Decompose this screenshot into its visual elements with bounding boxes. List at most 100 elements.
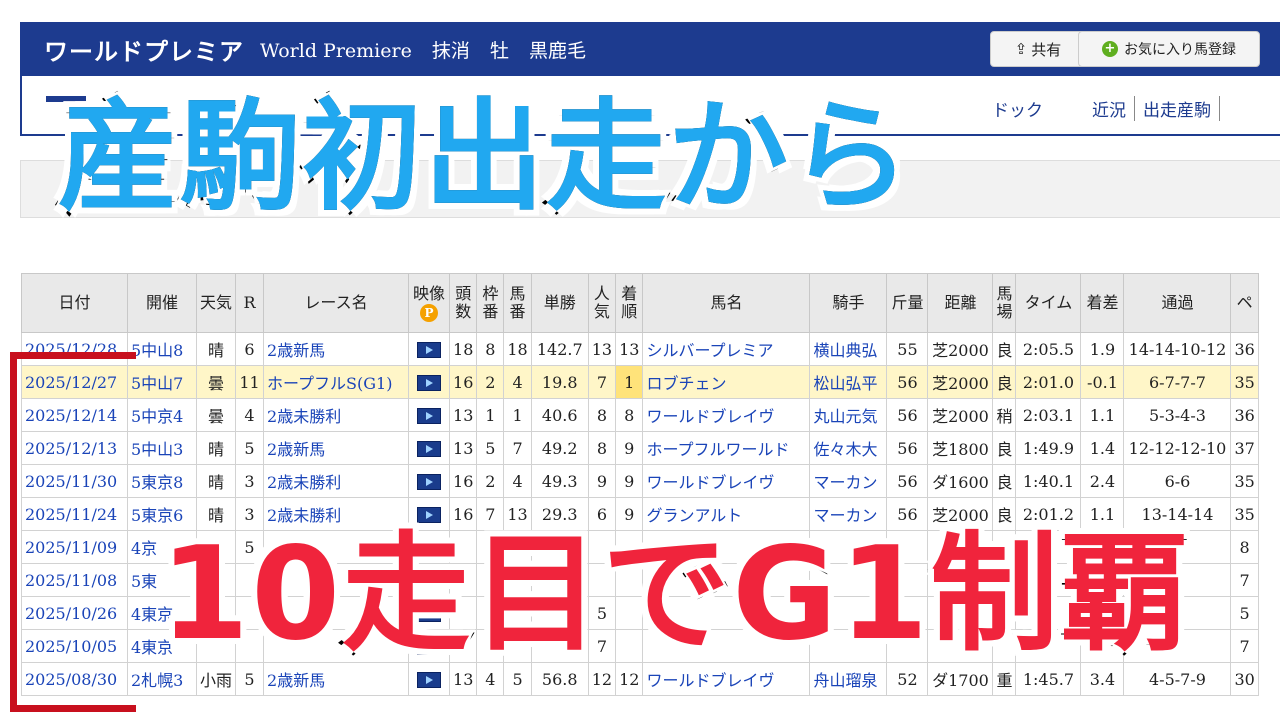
row-race-name[interactable]: 2歳新馬 — [263, 431, 410, 465]
row-popularity: 9 — [587, 464, 617, 498]
row-jockey[interactable]: 松山弘平 — [809, 365, 888, 399]
video-play-icon[interactable] — [417, 441, 442, 457]
row-margin: -0.1 — [1080, 365, 1125, 399]
row-venue[interactable]: 5東京8 — [127, 464, 197, 498]
row-video[interactable] — [408, 464, 451, 498]
row-weather: 晴 — [195, 431, 237, 465]
video-play-icon[interactable] — [417, 408, 442, 424]
row-time: 1:49.9 — [1015, 431, 1082, 465]
row-video[interactable] — [408, 431, 451, 465]
row-video[interactable] — [408, 365, 451, 399]
favorite-label: お気に入り馬登録 — [1124, 42, 1236, 58]
col-track: 馬場 — [992, 273, 1017, 333]
row-horse[interactable]: ホープフルワールド — [642, 431, 811, 465]
col-horse: 馬名 — [642, 273, 811, 333]
col-horse-no: 馬番 — [503, 273, 532, 333]
row-video[interactable] — [408, 398, 451, 432]
row-race-name[interactable]: 2歳新馬 — [263, 332, 410, 366]
col-passing: 通過 — [1123, 273, 1232, 333]
row-race-name[interactable]: ホープフルS(G1) — [263, 365, 410, 399]
row-time: 1:40.1 — [1015, 464, 1082, 498]
row-track: 良 — [992, 332, 1017, 366]
table-header-row: 日付 開催 天気 R レース名 映像 P 頭数 枠番 馬番 単勝 人気 着順 馬… — [21, 273, 1259, 333]
favorite-button[interactable]: + お気に入り馬登録 — [1078, 31, 1260, 67]
row-weather: 曇 — [195, 398, 237, 432]
row-horse[interactable]: ワールドブレイヴ — [642, 464, 811, 498]
row-odds: 19.8 — [530, 365, 589, 399]
row-passing: 6-7-7-7 — [1123, 365, 1232, 399]
col-frame: 枠番 — [476, 273, 505, 333]
row-horse-no: 4 — [503, 464, 532, 498]
row-odds: 142.7 — [530, 332, 589, 366]
status-label: 抹消 — [431, 39, 470, 62]
row-venue[interactable]: 5中山7 — [127, 365, 197, 399]
row-extra: 36 — [1230, 332, 1259, 366]
video-play-icon[interactable] — [417, 342, 442, 358]
row-weather: 晴 — [195, 464, 237, 498]
row-venue[interactable]: 5中山3 — [127, 431, 197, 465]
col-popularity[interactable]: 人気 — [587, 273, 617, 333]
row-jockey[interactable]: 横山典弘 — [809, 332, 888, 366]
row-venue[interactable]: 5中山8 — [127, 332, 197, 366]
row-venue[interactable]: 5中京4 — [127, 398, 197, 432]
row-weight: 55 — [886, 332, 929, 366]
row-extra: 35 — [1230, 365, 1259, 399]
row-video[interactable] — [408, 332, 451, 366]
row-extra: 30 — [1230, 662, 1259, 696]
tab-offspring[interactable]: 出走産駒 — [1135, 96, 1220, 121]
row-race-name[interactable]: 2歳未勝利 — [263, 464, 410, 498]
row-margin: 2.4 — [1080, 464, 1125, 498]
row-heads: 16 — [449, 464, 478, 498]
row-popularity: 7 — [587, 365, 617, 399]
col-odds[interactable]: 単勝 — [530, 273, 589, 333]
row-horse-no: 18 — [503, 332, 532, 366]
row-race-no: 3 — [235, 464, 265, 498]
video-play-icon[interactable] — [417, 672, 442, 688]
row-odds: 49.2 — [530, 431, 589, 465]
row-extra: 35 — [1230, 464, 1259, 498]
col-finish[interactable]: 着順 — [615, 273, 644, 333]
video-play-icon[interactable] — [417, 375, 442, 391]
row-race-name[interactable]: 2歳未勝利 — [263, 398, 410, 432]
row-popularity: 8 — [587, 398, 617, 432]
row-distance: 芝2000 — [927, 332, 994, 366]
row-frame: 8 — [476, 332, 505, 366]
row-passing: 6-6 — [1123, 464, 1232, 498]
horse-header: ワールドプレミア World Premiere 抹消 牡 黒鹿毛 ⇪ 共有 + … — [20, 22, 1280, 76]
col-video: 映像 P — [408, 273, 451, 333]
table-row: 2025/12/28 5中山8 晴 6 2歳新馬 18 8 18 142.7 13 13 シルバープレ… — [21, 332, 1259, 366]
col-distance[interactable]: 距離 — [927, 273, 994, 333]
table-row: 2025/12/27 5中山7 曇 11 ホープフルS(G1) 16 2 4 19.8 7 1 ロブチ… — [21, 365, 1259, 399]
premium-p-icon: P — [420, 303, 439, 322]
row-horse[interactable]: ワールドブレイヴ — [642, 398, 811, 432]
row-distance: 芝1800 — [927, 431, 994, 465]
tab-dock[interactable]: ドック — [992, 96, 1043, 121]
col-date[interactable]: 日付 — [21, 273, 128, 333]
col-venue[interactable]: 開催 — [127, 273, 197, 333]
share-button[interactable]: ⇪ 共有 — [990, 31, 1086, 67]
bottom-caption: 10走目でG1制覇 — [157, 517, 1191, 672]
row-heads: 13 — [449, 431, 478, 465]
row-extra: 8 — [1230, 530, 1259, 564]
row-margin: 1.9 — [1080, 332, 1125, 366]
row-extra: 36 — [1230, 398, 1259, 432]
row-jockey[interactable]: マーカン — [809, 464, 888, 498]
video-play-icon[interactable] — [417, 474, 442, 490]
row-finish: 8 — [615, 398, 644, 432]
bracket-top-line — [10, 352, 136, 359]
row-weight: 56 — [886, 464, 929, 498]
row-race-no: 11 — [235, 365, 265, 399]
row-passing: 5-3-4-3 — [1123, 398, 1232, 432]
row-horse-no: 7 — [503, 431, 532, 465]
row-jockey[interactable]: 丸山元気 — [809, 398, 888, 432]
row-extra: 7 — [1230, 563, 1259, 597]
row-jockey[interactable]: 佐々木大 — [809, 431, 888, 465]
row-extra: 37 — [1230, 431, 1259, 465]
row-extra: 7 — [1230, 629, 1259, 663]
row-horse[interactable]: ロブチェン — [642, 365, 811, 399]
col-time[interactable]: タイム — [1015, 273, 1082, 333]
row-heads: 13 — [449, 398, 478, 432]
tab-recent[interactable]: 近況 — [1084, 96, 1135, 121]
row-horse[interactable]: シルバープレミア — [642, 332, 811, 366]
row-frame: 5 — [476, 431, 505, 465]
